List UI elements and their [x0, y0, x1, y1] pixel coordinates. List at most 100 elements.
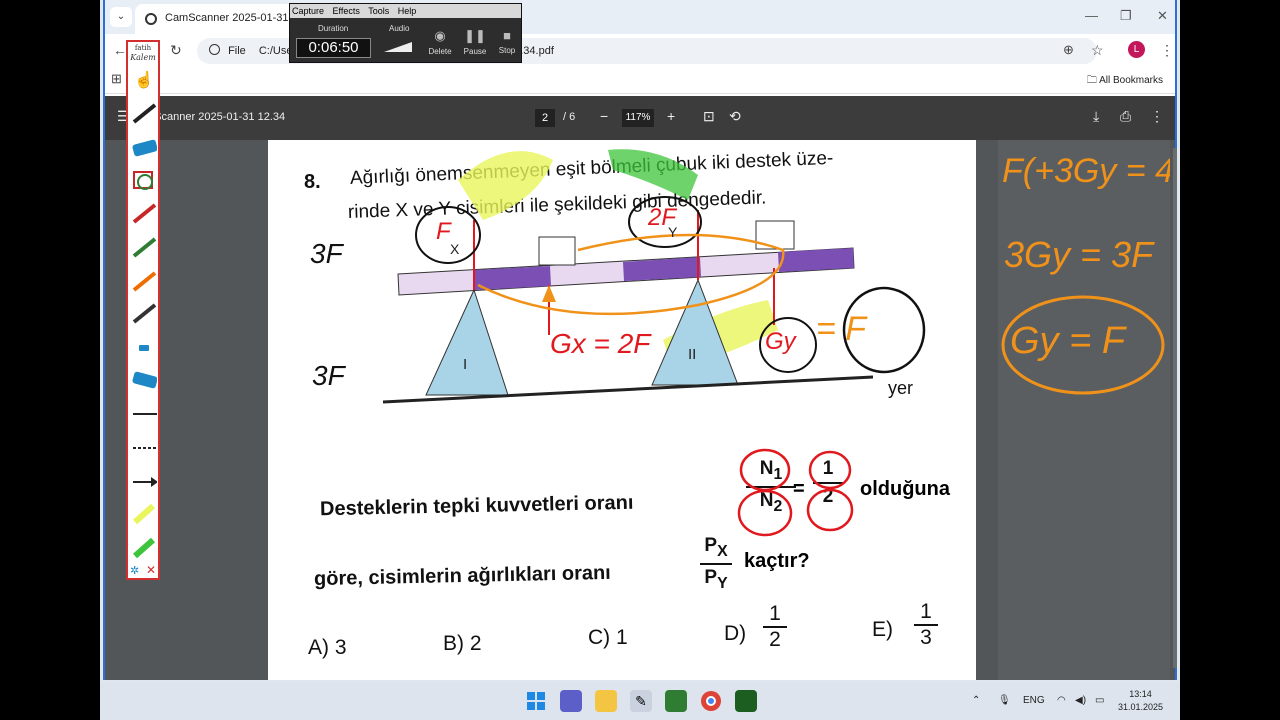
- recorder-app-icon[interactable]: [735, 690, 757, 712]
- address-bar: ← ↻ File C:/Users/ 2012.34.pdf ⊕ ☆ L ⋮: [105, 34, 1175, 66]
- option-c[interactable]: C) 1: [588, 626, 628, 650]
- support-2-label: II: [688, 346, 697, 363]
- restore-icon[interactable]: ❐: [1120, 8, 1132, 24]
- eraser-icon[interactable]: [131, 136, 157, 160]
- camscanner-favicon-icon: [145, 13, 157, 25]
- zoom-level-input[interactable]: 117%: [622, 109, 654, 127]
- all-bookmarks-button[interactable]: 🗀 All Bookmarks: [1087, 73, 1163, 90]
- bookmark-star-icon[interactable]: ☆: [1091, 42, 1104, 59]
- annotation-side-down: 3F: [312, 360, 345, 391]
- delete-icon: ◉: [434, 28, 446, 43]
- line-tool-icon[interactable]: [131, 402, 157, 426]
- orange-triangle: [542, 285, 556, 302]
- settings-icon[interactable]: ✲: [130, 564, 139, 577]
- highlighter-yellow-icon[interactable]: [131, 502, 157, 526]
- back-icon[interactable]: ←: [113, 42, 127, 58]
- menu-effects[interactable]: Effects: [333, 6, 360, 16]
- pen-black-icon[interactable]: [131, 102, 157, 126]
- page-number-input[interactable]: 2: [535, 109, 555, 127]
- annotation-gy: Gy: [765, 328, 796, 355]
- x-label: X: [450, 241, 460, 257]
- pdf-viewport[interactable]: 8. Ağırlığı önemsenmeyen eşit bölmeli çu…: [105, 140, 1177, 680]
- browser-menu-icon[interactable]: ⋮: [1160, 42, 1174, 59]
- option-d[interactable]: D): [724, 622, 746, 646]
- stop-icon: ■: [503, 28, 511, 43]
- question-text-part4: kaçtır?: [744, 550, 810, 572]
- menu-tools[interactable]: Tools: [368, 6, 389, 16]
- all-bookmarks-label: All Bookmarks: [1099, 75, 1163, 86]
- option-d-fraction: 1 2: [763, 602, 787, 652]
- note-line-1: F(+3Gy = 4F: [1002, 152, 1170, 190]
- info-icon: [209, 44, 220, 55]
- support-1-label: I: [463, 356, 468, 373]
- option-a[interactable]: A) 3: [308, 636, 347, 660]
- camtasia-icon[interactable]: [665, 690, 687, 712]
- option-a-value: 3: [334, 636, 347, 659]
- option-a-label: A): [308, 636, 329, 659]
- weight-ratio: PX PY: [700, 535, 732, 593]
- browser-tab[interactable]: CamScanner 2025-01-31 12.34: [135, 4, 295, 34]
- pdf-more-icon[interactable]: ⋮: [1150, 108, 1164, 125]
- screen-recorder: Capture Effects Tools Help Duration 0:06…: [289, 3, 522, 63]
- pause-icon: ❚❚: [464, 28, 486, 43]
- apps-grid-icon[interactable]: ⊞: [111, 71, 122, 87]
- system-clock[interactable]: 13:14 31.01.2025: [1118, 688, 1163, 714]
- minimize-icon[interactable]: —: [1085, 8, 1098, 23]
- option-e[interactable]: E): [872, 618, 893, 642]
- file-explorer-icon[interactable]: [595, 690, 617, 712]
- delete-label: Delete: [428, 47, 452, 56]
- volume-icon[interactable]: ◀): [1075, 695, 1086, 706]
- option-b[interactable]: B) 2: [443, 632, 482, 656]
- print-icon[interactable]: ⎙: [1120, 108, 1131, 125]
- weight-den-sub: Y: [717, 574, 728, 592]
- reload-icon[interactable]: ↻: [170, 42, 182, 59]
- pen-close-icon[interactable]: ✕: [146, 563, 156, 577]
- annotation-2f: 2F: [648, 204, 677, 231]
- battery-icon[interactable]: ▭: [1095, 695, 1104, 706]
- tab-title: CamScanner 2025-01-31 12.34: [165, 12, 295, 24]
- profile-avatar[interactable]: L: [1128, 41, 1145, 58]
- question-text-part2: olduğuna: [860, 478, 950, 500]
- recorder-menu: Capture Effects Tools Help: [290, 4, 521, 18]
- pen-green-icon[interactable]: [131, 236, 157, 260]
- diagram-svg: [382, 149, 926, 404]
- fit-page-icon[interactable]: ⊡: [703, 108, 715, 125]
- shapes-tool-icon[interactable]: [131, 168, 157, 192]
- delete-button[interactable]: ◉ Delete: [425, 28, 455, 56]
- big-eraser-icon[interactable]: [131, 368, 157, 392]
- cursor-tool-icon[interactable]: ☝: [131, 70, 157, 94]
- wifi-icon[interactable]: ◠: [1057, 695, 1066, 706]
- pen-app-icon[interactable]: ✎: [630, 690, 652, 712]
- tab-search-button[interactable]: ⌄: [110, 7, 132, 27]
- pause-button[interactable]: ❚❚ Pause: [460, 28, 490, 56]
- highlighter-green-icon[interactable]: [131, 536, 157, 560]
- download-icon[interactable]: ⤓: [1093, 108, 1099, 125]
- teams-icon[interactable]: [560, 690, 582, 712]
- pen-dark-icon[interactable]: [131, 302, 157, 326]
- audio-level-icon: [384, 42, 412, 52]
- language-indicator[interactable]: ENG: [1023, 695, 1045, 706]
- microphone-icon[interactable]: 🎙: [998, 695, 1011, 706]
- menu-capture[interactable]: Capture: [292, 6, 324, 16]
- menu-help[interactable]: Help: [398, 6, 417, 16]
- stop-button[interactable]: ■ Stop: [492, 28, 522, 55]
- pen-red-icon[interactable]: [131, 202, 157, 226]
- dashed-line-icon[interactable]: [131, 436, 157, 460]
- pen-orange-icon[interactable]: [131, 270, 157, 294]
- box-x: [538, 236, 576, 266]
- tray-chevron-icon[interactable]: ⌃: [972, 695, 980, 706]
- rotate-icon[interactable]: ⟲: [729, 108, 741, 125]
- pdf-scrollbar[interactable]: [1173, 148, 1177, 668]
- zoom-out-icon[interactable]: −: [600, 108, 608, 124]
- chrome-icon[interactable]: [700, 690, 722, 712]
- start-icon[interactable]: [525, 690, 547, 712]
- beam-segment: [778, 248, 854, 272]
- arrow-tool-icon[interactable]: [131, 470, 157, 494]
- ratio-num: N: [759, 458, 774, 479]
- zoom-icon[interactable]: ⊕: [1063, 42, 1074, 58]
- clock-date: 31.01.2025: [1118, 702, 1164, 712]
- yellow-highlight-top: [458, 151, 553, 220]
- small-eraser-icon[interactable]: [131, 336, 157, 360]
- zoom-in-icon[interactable]: +: [667, 108, 675, 124]
- close-icon[interactable]: ✕: [1157, 8, 1168, 24]
